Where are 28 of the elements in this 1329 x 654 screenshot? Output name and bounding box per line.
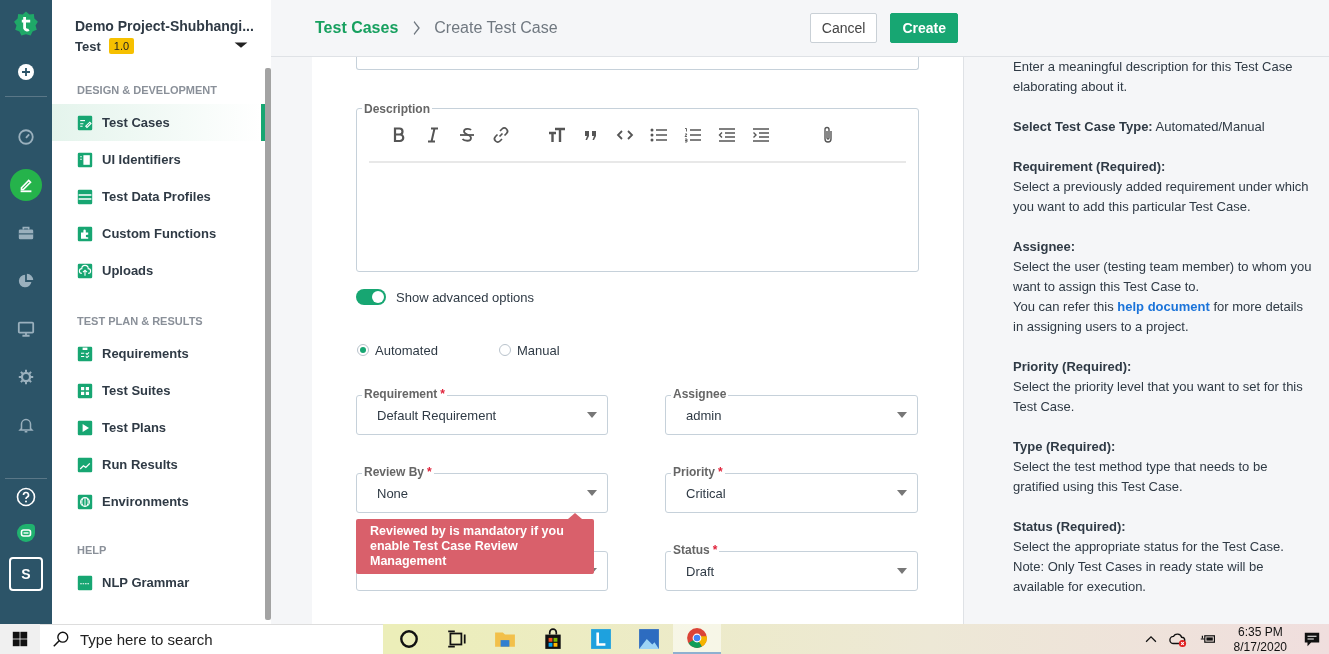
radio-label: Automated xyxy=(375,342,438,358)
radio-label: Manual xyxy=(517,342,560,358)
clock-date: 8/17/2020 xyxy=(1233,640,1287,654)
field-label: Assignee xyxy=(673,387,727,401)
toggle-label: Show advanced options xyxy=(396,289,535,305)
help-text: Enter a meaningful description for this Test Case elaborating about it. xyxy=(1013,58,1294,96)
page-title: Create Test Case xyxy=(434,19,558,37)
help-text: Select the user (testing team member) to whom you want to assign this Test Case to. xyxy=(1013,258,1313,296)
help-text: Select the test method type that needs to be gratified using this Test Case. xyxy=(1013,458,1269,496)
error-tooltip: Reviewed by is mandatory if you enable Test Case Review Management xyxy=(356,513,594,574)
field-label: Description xyxy=(362,102,432,116)
help-heading: Type (Required): xyxy=(1013,438,1117,456)
help-heading: Requirement (Required): xyxy=(1013,158,1167,176)
section-heading: HELP xyxy=(76,543,108,556)
help-text: You can refer this help document for more details in assigning users to a project. xyxy=(1013,298,1304,336)
section-heading: DESIGN & DEVELOPMENT xyxy=(76,83,218,96)
help-text: Select Test Case Type: Automated/Manual xyxy=(1013,118,1266,136)
help-text: Select the priority level that you want to set for this Test Case. xyxy=(1013,378,1304,416)
help-heading: Assignee: xyxy=(1013,238,1077,256)
clock-time: 6:35 PM xyxy=(1237,625,1283,640)
help-heading: Status (Required): xyxy=(1013,518,1127,536)
version-badge: 1.0 xyxy=(108,38,135,54)
help-heading: Priority (Required): xyxy=(1013,358,1133,376)
help-text: Select a previously added requirement under which you want to add this particular Test Case. xyxy=(1013,178,1310,216)
version-label: Test xyxy=(75,38,101,54)
section-heading: TEST PLAN & RESULTS xyxy=(76,314,204,327)
help-text: Note: Only Test Cases in ready state will be available for execution. xyxy=(1013,558,1265,596)
help-text: Select the appropriate status for the Test Case. xyxy=(1013,538,1285,556)
